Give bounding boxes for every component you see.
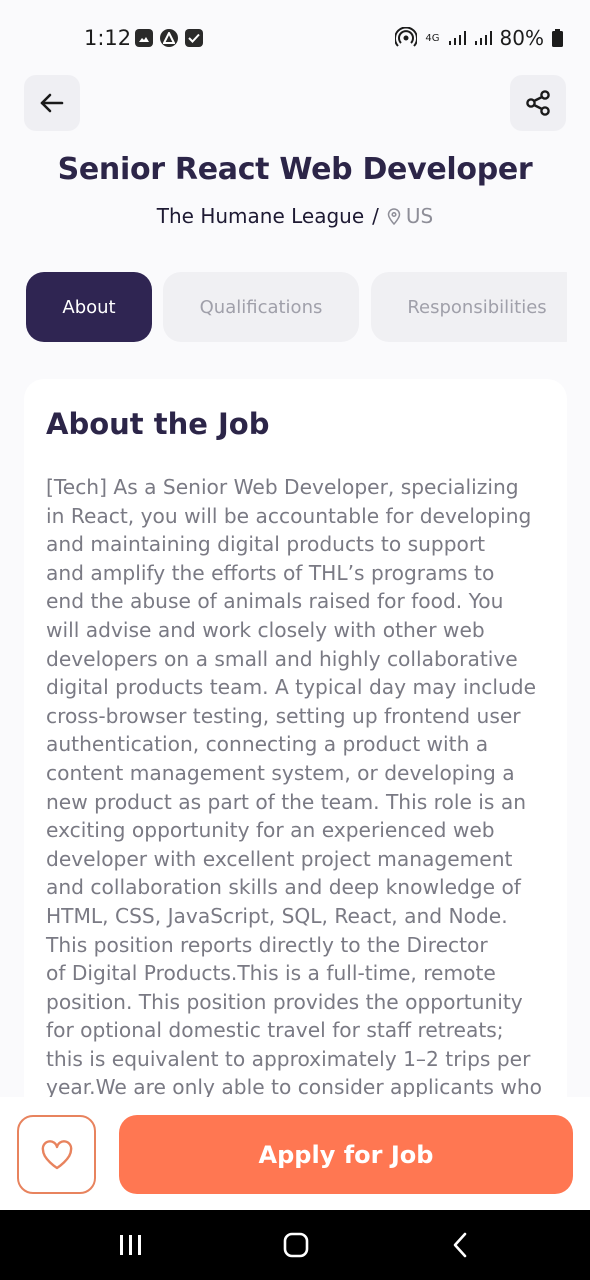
description-line: HTML, CSS, JavaScript, SQL, React, and N… bbox=[46, 903, 508, 928]
description-line: digital products team. A typical day may… bbox=[46, 675, 537, 700]
tab-bar: About Qualifications Responsibilities bbox=[26, 272, 567, 342]
description-line: developer with excellent project managem… bbox=[46, 846, 513, 871]
description-line: This position reports directly to the Di… bbox=[46, 932, 488, 957]
description-line: for optional domestic travel for staff r… bbox=[46, 1018, 504, 1043]
description-line: cross-browser testing, setting up fronte… bbox=[46, 703, 521, 728]
description-line: content management system, or developing… bbox=[46, 760, 515, 785]
tab-about[interactable]: About bbox=[26, 272, 152, 342]
description-line: position. This position provides the opp… bbox=[46, 989, 523, 1014]
description-line: of Digital Products.This is a full-time,… bbox=[46, 961, 496, 986]
tab-responsibilities[interactable]: Responsibilities bbox=[371, 272, 567, 342]
status-right: 4G 80% bbox=[395, 26, 563, 50]
job-location: US bbox=[387, 204, 433, 228]
battery-icon bbox=[552, 29, 563, 47]
hotspot-icon bbox=[395, 27, 418, 47]
check-notification-icon bbox=[185, 29, 203, 47]
job-title: Senior React Web Developer bbox=[57, 152, 533, 187]
system-nav-bar bbox=[0, 1210, 590, 1280]
home-icon bbox=[283, 1232, 309, 1258]
description-line: and collaboration skills and deep knowle… bbox=[46, 875, 521, 900]
share-icon bbox=[526, 90, 550, 116]
description-line: new product as part of the team. This ro… bbox=[46, 789, 526, 814]
heart-icon bbox=[41, 1139, 72, 1169]
gallery-notification-icon bbox=[135, 29, 153, 47]
description-line: this is equivalent to approximately 1–2 … bbox=[46, 1046, 531, 1071]
recents-icon bbox=[120, 1235, 141, 1255]
description-line: end the abuse of animals raised for food… bbox=[46, 589, 504, 614]
description-line: will advise and work closely with other … bbox=[46, 617, 485, 642]
system-back-button[interactable] bbox=[421, 1210, 501, 1280]
description-line: authentication, connecting a product wit… bbox=[46, 732, 489, 757]
apply-button[interactable]: Apply for Job bbox=[119, 1115, 573, 1194]
company-separator: / bbox=[372, 204, 379, 228]
back-button[interactable] bbox=[24, 75, 80, 131]
status-bar: 1:12 4G 80% bbox=[0, 0, 590, 78]
tab-qualifications[interactable]: Qualifications bbox=[163, 272, 359, 342]
description-line: [Tech] As a Senior Web Developer, specia… bbox=[46, 475, 519, 499]
app-notification-icon bbox=[160, 29, 178, 47]
description-line: and amplify the efforts of THL’s program… bbox=[46, 560, 495, 585]
recents-button[interactable] bbox=[91, 1210, 171, 1280]
notification-icons bbox=[135, 29, 203, 47]
status-time: 1:12 bbox=[84, 26, 132, 50]
company-row: The Humane League / US bbox=[0, 204, 590, 228]
about-card: About the Job [Tech] As a Senior Web Dev… bbox=[24, 379, 567, 1139]
battery-percent: 80% bbox=[499, 26, 544, 50]
network-type: 4G bbox=[425, 32, 440, 44]
signal-icon-2 bbox=[474, 31, 492, 45]
job-details-screen: 1:12 4G 80% Senior React Web Developer T… bbox=[0, 0, 590, 1280]
company-name: The Humane League bbox=[156, 204, 365, 228]
arrow-left-icon bbox=[40, 93, 64, 113]
description-line: in React, you will be accountable for de… bbox=[46, 503, 532, 528]
favorite-button[interactable] bbox=[17, 1115, 96, 1194]
chevron-left-icon bbox=[453, 1232, 467, 1258]
location-pin-icon bbox=[387, 207, 401, 225]
share-button[interactable] bbox=[510, 75, 566, 131]
description-line: and maintaining digital products to supp… bbox=[46, 532, 486, 557]
home-button[interactable] bbox=[256, 1210, 336, 1280]
description-line: developers on a small and highly collabo… bbox=[46, 646, 518, 671]
action-bar: Apply for Job bbox=[0, 1097, 590, 1210]
about-heading: About the Job bbox=[46, 407, 270, 441]
location-text: US bbox=[405, 204, 434, 228]
about-description: [Tech] As a Senior Web Developer, specia… bbox=[46, 473, 542, 1102]
signal-icon bbox=[448, 31, 466, 45]
description-line: exciting opportunity for an experienced … bbox=[46, 818, 495, 843]
